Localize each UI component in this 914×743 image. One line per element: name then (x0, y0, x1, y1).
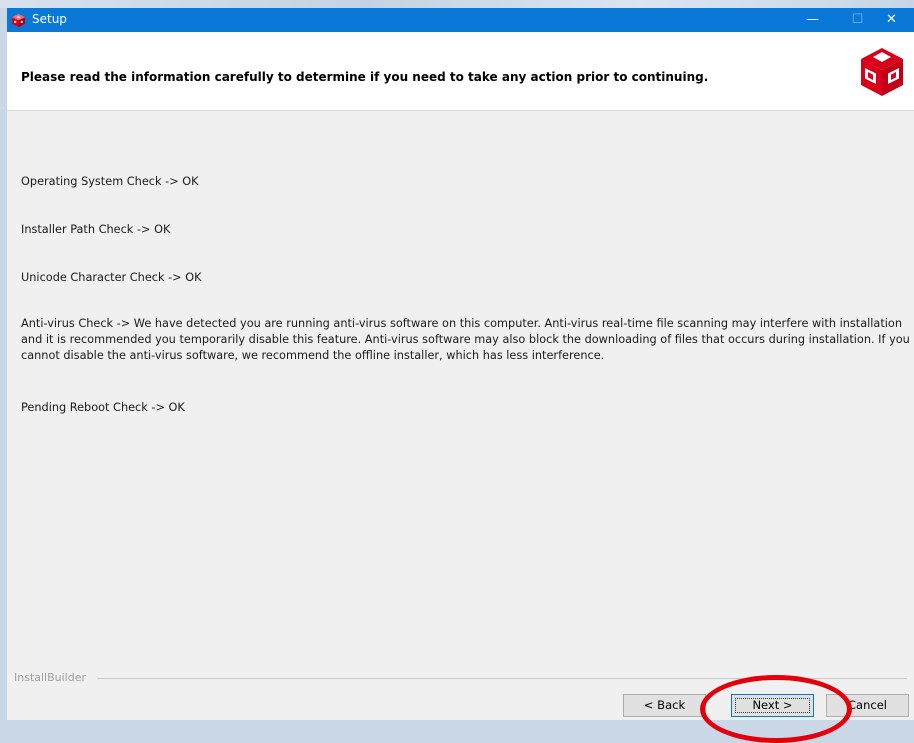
cancel-button[interactable]: Cancel (826, 694, 909, 717)
desktop-background (0, 0, 914, 8)
focus-ring (735, 698, 810, 713)
check-item-installer-path: Installer Path Check -> OK (21, 223, 171, 236)
check-item-antivirus: Anti-virus Check -> We have detected you… (21, 317, 910, 362)
wizard-header: Please read the information carefully to… (7, 32, 914, 111)
next-button[interactable]: Next > (731, 694, 814, 717)
installbuilder-brand: InstallBuilder (14, 671, 93, 684)
separator-rule (97, 678, 907, 679)
setup-window: Setup — ☐ ✕ Please read the information … (7, 8, 914, 720)
check-item-pending-reboot: Pending Reboot Check -> OK (21, 401, 185, 414)
header-instruction: Please read the information carefully to… (21, 70, 709, 84)
window-title: Setup (32, 12, 67, 26)
minimize-button[interactable]: — (790, 8, 835, 32)
app-cube-icon (11, 13, 26, 28)
check-item-unicode: Unicode Character Check -> OK (21, 271, 202, 284)
close-button[interactable]: ✕ (869, 8, 914, 32)
branding-separator: InstallBuilder (7, 671, 914, 685)
check-item-operating-system: Operating System Check -> OK (21, 175, 199, 188)
back-button[interactable]: < Back (623, 694, 706, 717)
cube-logo-icon (861, 48, 903, 96)
title-bar[interactable]: Setup — ☐ ✕ (7, 8, 914, 32)
